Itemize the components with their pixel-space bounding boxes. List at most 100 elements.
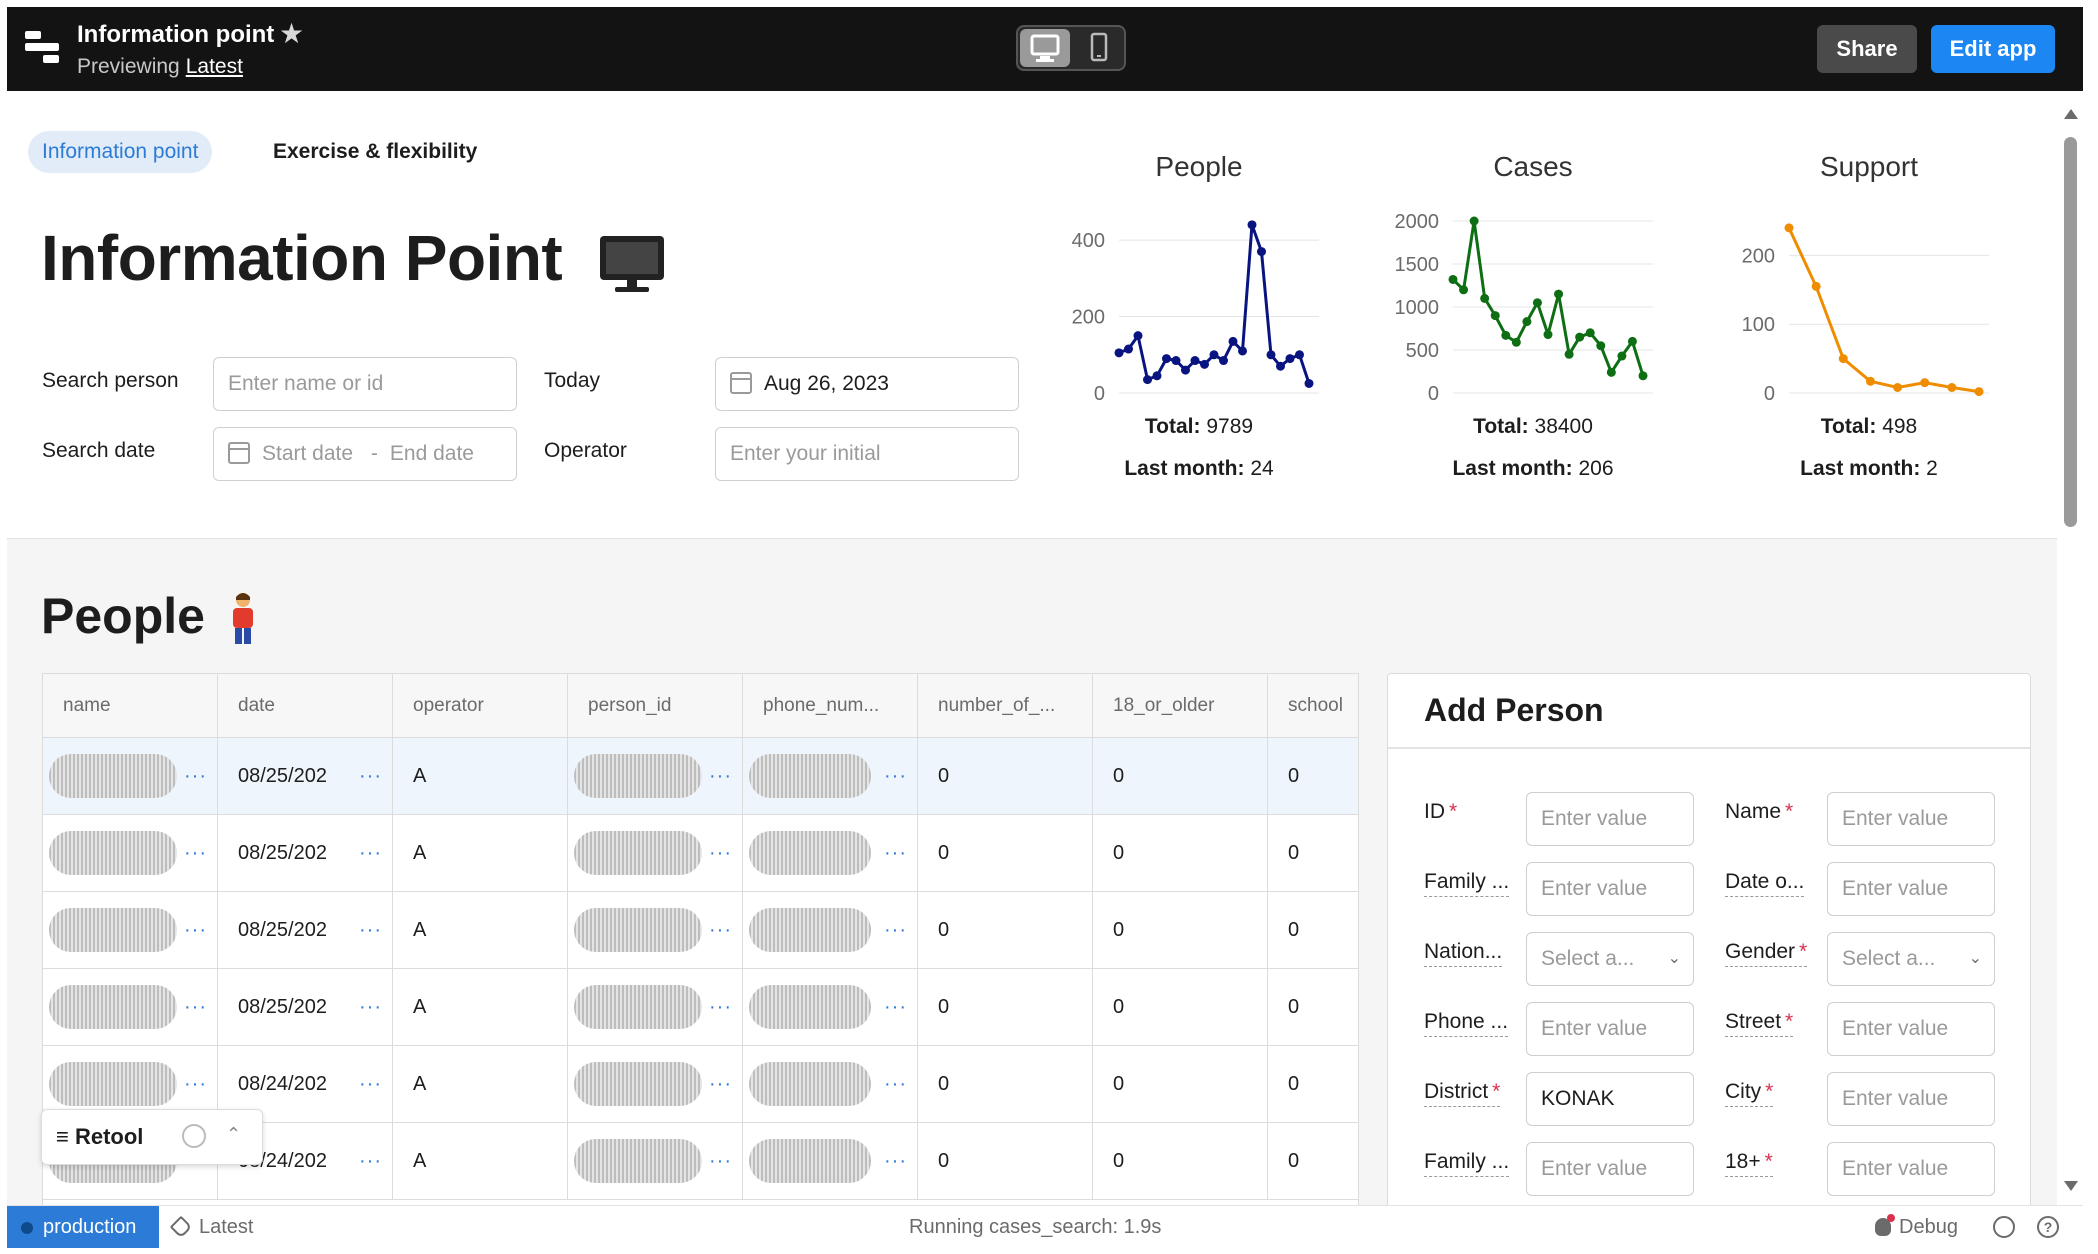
version-selector[interactable]: Latest bbox=[169, 1206, 253, 1248]
scroll-up-icon[interactable] bbox=[2064, 109, 2078, 119]
cell-menu-icon[interactable]: ··· bbox=[184, 815, 207, 892]
data-point[interactable] bbox=[1304, 378, 1314, 388]
data-point[interactable] bbox=[1238, 346, 1247, 356]
data-point[interactable] bbox=[1490, 311, 1500, 321]
cell-menu-icon[interactable]: ··· bbox=[884, 1123, 907, 1200]
data-point[interactable] bbox=[1784, 223, 1794, 233]
table-cell[interactable]: ··· bbox=[568, 815, 743, 892]
history-icon[interactable] bbox=[1993, 1216, 2015, 1238]
name-field[interactable]: Enter value bbox=[1827, 792, 1995, 846]
table-cell[interactable]: ··· bbox=[743, 969, 918, 1046]
table-cell[interactable]: A bbox=[393, 738, 568, 815]
data-point[interactable] bbox=[1266, 350, 1276, 360]
scroll-thumb[interactable] bbox=[2064, 137, 2077, 527]
table-cell[interactable]: 0 bbox=[1268, 815, 1358, 892]
table-cell[interactable]: ··· bbox=[743, 892, 918, 969]
data-point[interactable] bbox=[1501, 330, 1511, 340]
column-header[interactable]: operator bbox=[393, 674, 568, 738]
data-point[interactable] bbox=[1554, 289, 1564, 299]
data-point[interactable] bbox=[1920, 378, 1930, 388]
table-cell[interactable]: 08/25/202 ··· bbox=[218, 892, 393, 969]
table-cell[interactable]: ··· bbox=[43, 815, 218, 892]
data-point[interactable] bbox=[1811, 281, 1821, 291]
table-cell[interactable]: A bbox=[393, 815, 568, 892]
cell-menu-icon[interactable]: ··· bbox=[884, 1046, 907, 1123]
table-cell[interactable]: 08/25/202 ··· bbox=[218, 738, 393, 815]
cell-menu-icon[interactable]: ··· bbox=[709, 1046, 732, 1123]
table-cell[interactable]: ··· bbox=[568, 892, 743, 969]
data-point[interactable] bbox=[1181, 365, 1190, 375]
data-point[interactable] bbox=[1974, 387, 1984, 397]
cell-menu-icon[interactable]: ··· bbox=[359, 1046, 382, 1123]
tab-exercise-flexibility[interactable]: Exercise & flexibility bbox=[259, 131, 491, 173]
family-field-2[interactable]: Enter value bbox=[1526, 1142, 1694, 1196]
search-person-input[interactable]: Enter name or id bbox=[213, 357, 517, 411]
data-point[interactable] bbox=[1219, 356, 1228, 366]
mobile-view-button[interactable] bbox=[1074, 29, 1124, 67]
data-point[interactable] bbox=[1596, 341, 1606, 351]
column-header[interactable]: school bbox=[1268, 674, 1358, 738]
table-cell[interactable]: A bbox=[393, 1046, 568, 1123]
table-cell[interactable]: ··· bbox=[743, 815, 918, 892]
id-field[interactable]: Enter value bbox=[1526, 792, 1694, 846]
debug-button[interactable]: Debug bbox=[1875, 1206, 1958, 1248]
data-point[interactable] bbox=[1152, 371, 1162, 381]
nationality-select[interactable]: Select a... ⌄ bbox=[1526, 932, 1694, 986]
operator-input[interactable]: Enter your initial bbox=[715, 427, 1019, 481]
data-point[interactable] bbox=[1448, 274, 1458, 284]
data-point[interactable] bbox=[1893, 382, 1903, 392]
tab-information-point[interactable]: Information point bbox=[28, 131, 213, 173]
table-cell[interactable]: A bbox=[393, 1123, 568, 1200]
data-point[interactable] bbox=[1257, 247, 1266, 257]
cell-menu-icon[interactable]: ··· bbox=[884, 969, 907, 1046]
cell-menu-icon[interactable]: ··· bbox=[884, 738, 907, 815]
table-cell[interactable]: ··· bbox=[743, 738, 918, 815]
cell-menu-icon[interactable]: ··· bbox=[709, 892, 732, 969]
scroll-down-icon[interactable] bbox=[2064, 1181, 2078, 1191]
data-point[interactable] bbox=[1543, 330, 1553, 340]
data-point[interactable] bbox=[1133, 331, 1143, 341]
table-cell[interactable]: ··· bbox=[43, 892, 218, 969]
gender-select[interactable]: Select a... ⌄ bbox=[1827, 932, 1995, 986]
data-point[interactable] bbox=[1228, 336, 1238, 346]
today-date-input[interactable]: Aug 26, 2023 bbox=[715, 357, 1019, 411]
column-header[interactable]: number_of_... bbox=[918, 674, 1093, 738]
column-header[interactable]: name bbox=[43, 674, 218, 738]
table-cell[interactable]: 0 bbox=[1093, 1123, 1268, 1200]
data-point[interactable] bbox=[1511, 337, 1521, 347]
phone-field[interactable]: Enter value bbox=[1526, 1002, 1694, 1056]
data-point[interactable] bbox=[1459, 285, 1469, 295]
table-cell[interactable]: 0 bbox=[918, 815, 1093, 892]
cell-menu-icon[interactable]: ··· bbox=[709, 815, 732, 892]
table-row[interactable]: ··· 08/25/202 ··· A ··· ··· 0 0 0 bbox=[43, 969, 1358, 1046]
column-header[interactable]: phone_num... bbox=[743, 674, 918, 738]
data-point[interactable] bbox=[1947, 382, 1957, 392]
data-point[interactable] bbox=[1532, 298, 1542, 308]
family-field[interactable]: Enter value bbox=[1526, 862, 1694, 916]
data-point[interactable] bbox=[1575, 332, 1585, 342]
table-cell[interactable]: 0 bbox=[1268, 892, 1358, 969]
table-cell[interactable]: 08/25/202 ··· bbox=[218, 815, 393, 892]
table-cell[interactable]: 0 bbox=[918, 892, 1093, 969]
desktop-view-button[interactable] bbox=[1020, 29, 1070, 67]
cell-menu-icon[interactable]: ··· bbox=[709, 738, 732, 815]
column-header[interactable]: date bbox=[218, 674, 393, 738]
cell-menu-icon[interactable]: ··· bbox=[359, 738, 382, 815]
table-cell[interactable]: ··· bbox=[743, 1046, 918, 1123]
street-field[interactable]: Enter value bbox=[1827, 1002, 1995, 1056]
edit-app-button[interactable]: Edit app bbox=[1931, 25, 2055, 73]
table-cell[interactable]: 08/25/202 ··· bbox=[218, 969, 393, 1046]
data-point[interactable] bbox=[1162, 354, 1171, 364]
data-point[interactable] bbox=[1838, 354, 1848, 364]
retool-logo-icon[interactable] bbox=[25, 31, 59, 67]
retool-badge[interactable]: ≡ Retool ⌃ bbox=[41, 1109, 263, 1165]
table-cell[interactable]: ··· bbox=[43, 969, 218, 1046]
cell-menu-icon[interactable]: ··· bbox=[709, 969, 732, 1046]
table-cell[interactable]: ··· bbox=[568, 1046, 743, 1123]
date-of-birth-field[interactable]: Enter value bbox=[1827, 862, 1995, 916]
data-point[interactable] bbox=[1522, 317, 1532, 327]
data-point[interactable] bbox=[1638, 371, 1648, 381]
data-point[interactable] bbox=[1606, 367, 1616, 377]
table-cell[interactable]: 0 bbox=[1268, 1123, 1358, 1200]
table-cell[interactable]: 0 bbox=[1268, 969, 1358, 1046]
